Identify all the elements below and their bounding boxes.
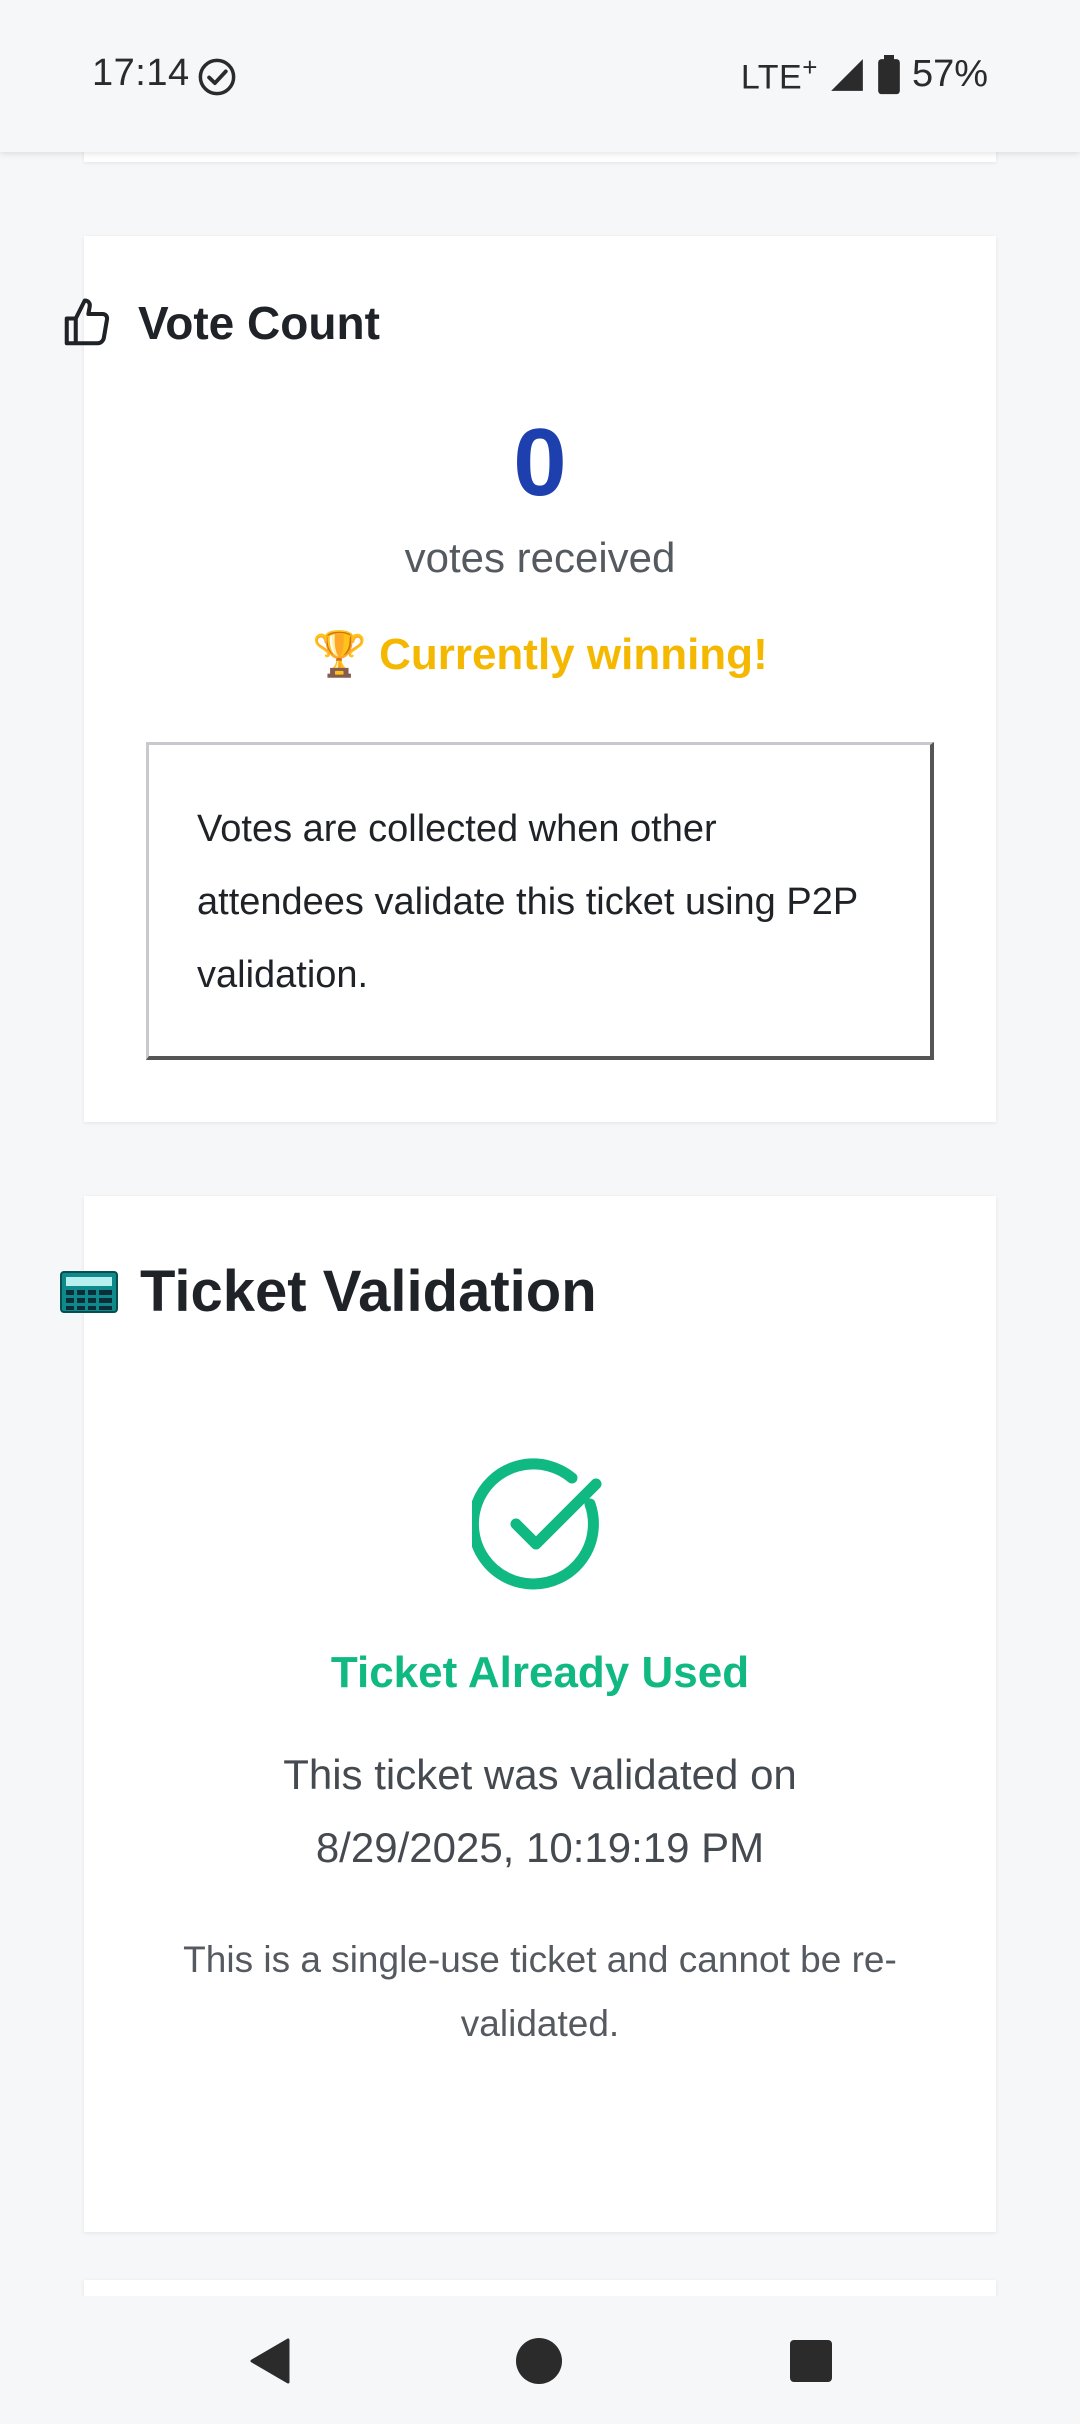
ticket-validation-title: Ticket Validation	[140, 1259, 597, 1324]
winning-status: 🏆 Currently winning!	[84, 628, 996, 680]
home-circle-icon[interactable]	[514, 2336, 564, 2386]
single-use-note: This is a single-use ticket and cannot b…	[183, 1939, 897, 2044]
status-time: 17:14	[92, 52, 190, 94]
back-triangle-icon[interactable]	[246, 2336, 296, 2386]
status-bar: 17:14 LTE+ 57%	[0, 0, 1080, 152]
vote-count-number: 0	[513, 409, 567, 516]
ticket-validation-header: Ticket Validation	[60, 1258, 597, 1325]
vote-info-box: Votes are collected when other attendees…	[146, 742, 934, 1060]
winning-text: Currently winning!	[379, 630, 768, 679]
validated-on-label: This ticket was validated on	[283, 1751, 797, 1798]
validated-timestamp: 8/29/2025, 10:19:19 PM	[315, 1824, 765, 1871]
battery-icon	[878, 54, 900, 94]
trophy-icon: 🏆	[312, 630, 368, 679]
signal-icon	[831, 58, 863, 91]
status-check-icon	[198, 58, 236, 96]
ticket-validation-card	[84, 1196, 996, 2232]
vote-count-subtitle: votes received	[404, 534, 676, 581]
navigation-bar	[0, 2296, 1080, 2424]
status-indicators: LTE+ 57%	[741, 52, 988, 97]
thumbs-up-icon	[64, 298, 110, 346]
calculator-icon	[60, 1270, 118, 1313]
validated-check-icon	[472, 1458, 602, 1590]
recent-square-icon[interactable]	[786, 2336, 836, 2386]
ticket-status-title: Ticket Already Used	[330, 1648, 750, 1697]
battery-level: 57%	[911, 53, 988, 96]
ticket-status-description: This ticket was validated on 8/29/2025, …	[84, 1738, 996, 1884]
vote-count-header: Vote Count	[60, 296, 380, 350]
network-type: LTE+	[740, 52, 818, 97]
vote-count-title: Vote Count	[138, 297, 380, 349]
